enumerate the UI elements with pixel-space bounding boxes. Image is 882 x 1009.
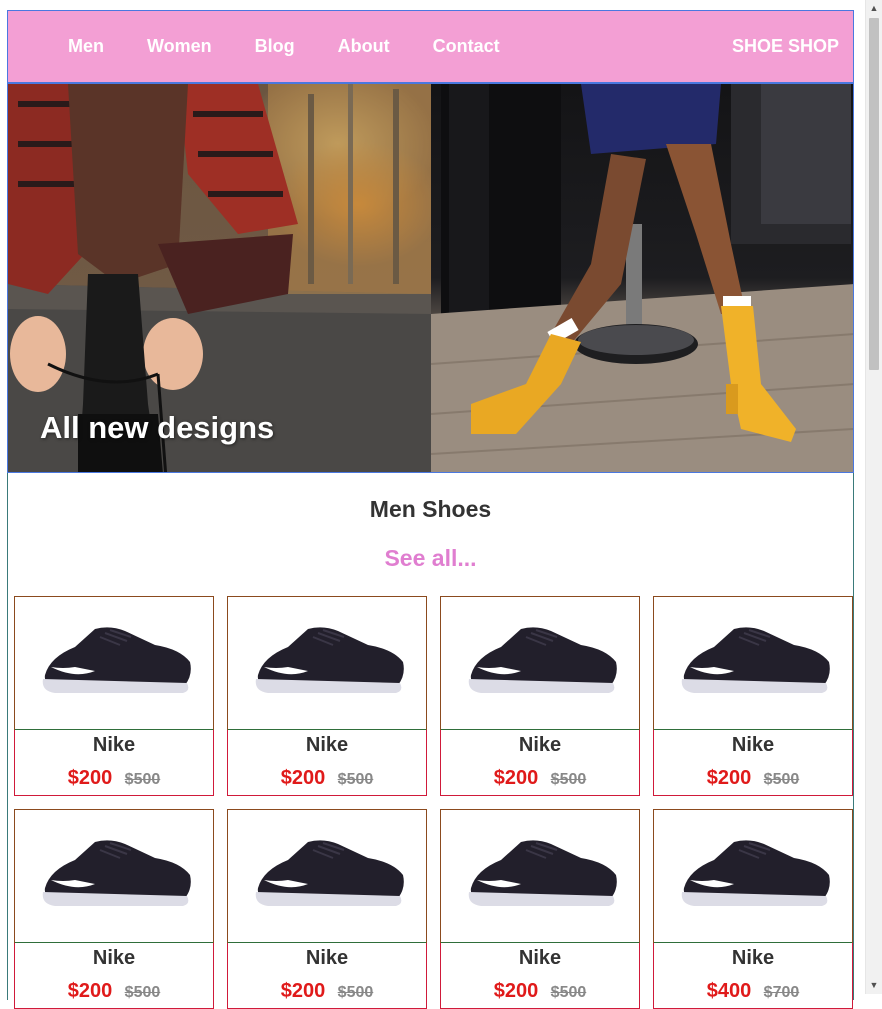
product-price: $400 (706, 980, 752, 1002)
product-old-price: $700 (763, 984, 800, 1001)
product-image (654, 810, 852, 943)
sneaker-image (42, 840, 191, 906)
product-name: Nike (92, 947, 136, 969)
nav-link-about[interactable]: About (338, 36, 390, 57)
product-name: Nike (305, 734, 349, 756)
hero-image-yellow-boots (430, 84, 853, 472)
product-prices: $200 $500 (654, 767, 852, 790)
product-price: $200 (67, 767, 113, 789)
product-name: Nike (92, 734, 136, 756)
product-image (441, 810, 639, 943)
product-prices: $200 $500 (228, 980, 426, 1003)
nav-link-men[interactable]: Men (68, 36, 104, 57)
product-old-price: $500 (337, 984, 374, 1001)
product-card[interactable]: Nike $200 $500 (440, 596, 640, 796)
product-price: $200 (67, 980, 113, 1002)
product-price: $200 (706, 767, 752, 789)
product-card[interactable]: Nike $200 $500 (14, 809, 214, 1009)
product-old-price: $500 (124, 984, 161, 1001)
sneaker-image (255, 627, 404, 693)
product-card[interactable]: Nike $200 $500 (14, 596, 214, 796)
nav-link-contact[interactable]: Contact (433, 36, 500, 57)
product-image (228, 810, 426, 943)
product-old-price: $500 (550, 771, 587, 788)
product-card[interactable]: Nike $200 $500 (227, 809, 427, 1009)
sneaker-image (468, 627, 617, 693)
brand-logo[interactable]: SHOE SHOP (732, 11, 839, 82)
product-name: Nike (518, 734, 562, 756)
product-prices: $200 $500 (15, 980, 213, 1003)
nav-link-blog[interactable]: Blog (255, 36, 295, 57)
product-price: $200 (493, 767, 539, 789)
product-old-price: $500 (124, 771, 161, 788)
product-prices: $200 $500 (15, 767, 213, 790)
hero-image-boots: All new designs (8, 84, 431, 472)
product-card[interactable]: Nike $200 $500 (227, 596, 427, 796)
product-card[interactable]: Nike $400 $700 (653, 809, 853, 1009)
sneaker-image (681, 627, 830, 693)
product-name: Nike (731, 734, 775, 756)
product-old-price: $500 (550, 984, 587, 1001)
product-old-price: $500 (763, 771, 800, 788)
sneaker-image (42, 627, 191, 693)
scrollbar-thumb[interactable] (869, 18, 879, 370)
product-price: $200 (493, 980, 539, 1002)
nav-link-women[interactable]: Women (147, 36, 212, 57)
navbar: Men Women Blog About Contact SHOE SHOP (7, 10, 854, 83)
product-image (15, 597, 213, 730)
hero-caption: All new designs (40, 410, 275, 445)
sneaker-image (255, 840, 404, 906)
product-name: Nike (518, 947, 562, 969)
product-image (441, 597, 639, 730)
hero-banner: All new designs (7, 83, 854, 473)
product-image (228, 597, 426, 730)
product-prices: $400 $700 (654, 980, 852, 1003)
see-all-link[interactable]: See all... (7, 545, 854, 572)
product-price: $200 (280, 767, 326, 789)
product-old-price: $500 (337, 771, 374, 788)
scroll-down-arrow-icon[interactable]: ▼ (866, 977, 882, 994)
yellow-boots-photo-illustration (430, 84, 853, 472)
product-prices: $200 $500 (441, 767, 639, 790)
sneaker-image (468, 840, 617, 906)
scroll-up-arrow-icon[interactable]: ▲ (866, 0, 882, 17)
nav-links: Men Women Blog About Contact (68, 11, 543, 82)
product-name: Nike (305, 947, 349, 969)
product-image (15, 810, 213, 943)
product-prices: $200 $500 (228, 767, 426, 790)
section-title: Men Shoes (369, 496, 492, 522)
vertical-scrollbar[interactable]: ▲ ▼ (865, 0, 882, 994)
product-image (654, 597, 852, 730)
product-name: Nike (731, 947, 775, 969)
product-price: $200 (280, 980, 326, 1002)
product-card[interactable]: Nike $200 $500 (440, 809, 640, 1009)
product-prices: $200 $500 (441, 980, 639, 1003)
product-card[interactable]: Nike $200 $500 (653, 596, 853, 796)
sneaker-image (681, 840, 830, 906)
